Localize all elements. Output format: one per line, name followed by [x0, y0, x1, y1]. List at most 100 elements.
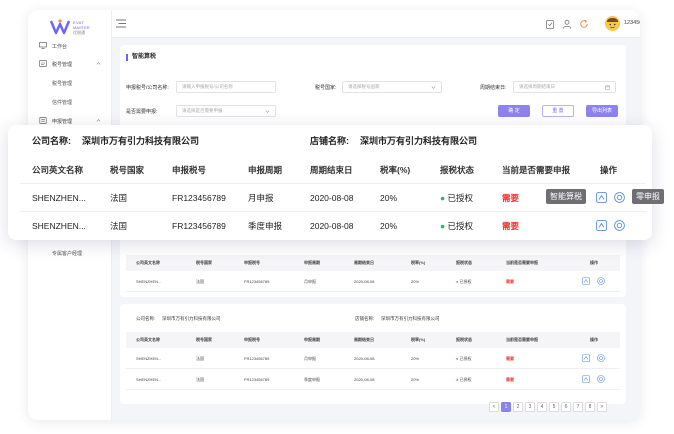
sidebar-subitem-label: 专属客户经理 — [52, 250, 83, 257]
company-name: 深圳市万有引力科技有限公司 — [82, 136, 200, 146]
cell-period: 月申报 — [304, 356, 316, 361]
country-label: 税号国家: — [315, 85, 337, 91]
country-select[interactable]: 请选择税号国家 — [342, 81, 442, 93]
col-header: 周期结束日 — [354, 337, 374, 342]
status-text: 已授权 — [447, 221, 474, 231]
export-list-button[interactable]: 导出列表 — [586, 105, 618, 117]
company-input-placeholder: 请输入申报税号/公司名称 — [182, 84, 233, 89]
col-header: 操作 — [590, 260, 598, 265]
col-header: 公司英文名称 — [136, 260, 160, 265]
page-button[interactable]: 7 — [573, 402, 583, 412]
smart-tax-icon[interactable] — [582, 354, 590, 362]
cell-need-declare: 需要 — [506, 356, 514, 361]
cell-period: 月申报 — [248, 193, 274, 203]
zero-declare-icon[interactable] — [614, 220, 625, 231]
avatar[interactable] — [605, 16, 620, 31]
monitor-icon — [39, 42, 47, 49]
sidebar-item-account-manager[interactable]: 专属客户经理 — [28, 245, 112, 261]
sidebar-subitem-letters[interactable]: 信件管理 — [28, 94, 112, 110]
cell-status: ● 已授权 — [440, 184, 473, 212]
col-header: 当前是否需要申报 — [502, 165, 571, 175]
zero-declare-icon[interactable] — [597, 277, 605, 285]
page-button[interactable]: 6 — [561, 402, 571, 412]
cell-country: 法国 — [196, 356, 204, 361]
cell-rate: 20% — [411, 279, 420, 284]
page-button[interactable]: 5 — [549, 402, 559, 412]
brand-logo: EVAT MASTER 优税通 — [50, 16, 90, 38]
col-header: 操作 — [600, 165, 618, 175]
menu-toggle-icon[interactable] — [116, 19, 126, 28]
cell-status: ● 已授权 — [456, 271, 472, 292]
cell-need-declare: 需要 — [506, 279, 514, 284]
col-header: 税号国家 — [196, 337, 212, 342]
cell-en-name: SHENZHEN... — [136, 356, 162, 361]
need-declare-select[interactable]: 请选择是否需要申报 — [176, 105, 276, 117]
cell-en-name: SHENZHEN... — [32, 193, 86, 203]
search-panel: 智能算税 申报税号/公司名称: 请输入申报税号/公司名称 税号国家: 请选择税号… — [120, 45, 626, 129]
col-header: 报税状态 — [456, 337, 472, 342]
cell-tax-no: FR123456789 — [244, 377, 270, 382]
status-dot: ● — [440, 193, 448, 203]
sidebar-subitem-label: 税号管理 — [52, 80, 73, 87]
chevron-down-icon — [431, 86, 436, 89]
page-button[interactable]: 8 — [585, 402, 595, 412]
cell-rate: 20% — [380, 193, 398, 203]
company-label: 公司名称: — [136, 316, 156, 321]
col-header: 税率(%) — [411, 260, 426, 265]
cell-country: 法国 — [110, 221, 128, 231]
company-label: 公司名称: — [32, 136, 71, 146]
page-button[interactable]: 4 — [537, 402, 547, 412]
user-icon[interactable] — [562, 19, 572, 29]
table-header: 公司英文名称 税号国家 申报税号 申报周期 周期结束日 税率(%) 报税状态 当… — [20, 157, 646, 183]
result-card: 公司名称: 深圳市万有引力科技有限公司 店铺名称: 深圳市万有引力科技有限公司 … — [120, 304, 626, 404]
sidebar-item-workbench[interactable]: 工作台 — [28, 38, 112, 54]
col-header: 税率(%) — [380, 165, 411, 175]
col-header: 当前是否需要申报 — [506, 337, 538, 342]
smart-tax-icon[interactable] — [582, 277, 590, 285]
cell-need-declare: 需要 — [506, 377, 514, 382]
cell-rate: 20% — [411, 377, 420, 382]
cell-end-date: 2020-08-08 — [354, 356, 375, 361]
need-declare-placeholder: 请选择是否需要申报 — [182, 108, 223, 113]
zero-declare-icon[interactable] — [597, 375, 605, 383]
col-header: 当前是否需要申报 — [506, 260, 538, 265]
period-end-datepicker[interactable]: 请选择周期结束日 — [513, 81, 616, 93]
page-button[interactable]: 2 — [513, 402, 523, 412]
chevron-down-icon — [265, 110, 270, 113]
cell-need-declare: 需要 — [502, 221, 520, 231]
col-header: 税号国家 — [110, 165, 145, 175]
pagination: < 1 2 3 4 5 6 7 8 > — [489, 402, 607, 414]
smart-tax-icon[interactable] — [596, 220, 607, 231]
clipboard-icon[interactable] — [545, 19, 555, 29]
smart-tax-icon[interactable] — [582, 375, 590, 383]
logo-mark-icon — [50, 19, 70, 35]
pagination-next[interactable]: > — [597, 402, 607, 412]
confirm-button[interactable]: 确 定 — [498, 105, 530, 117]
refresh-icon[interactable] — [579, 19, 589, 29]
shop-label: 店铺名称: — [355, 316, 375, 321]
cell-end-date: 2020-08-08 — [310, 221, 354, 231]
shop-name: 深圳市万有引力科技有限公司 — [360, 136, 478, 146]
cell-period: 季度申报 — [248, 221, 283, 231]
cell-tax-no: FR123456789 — [244, 356, 270, 361]
zero-declare-icon[interactable] — [597, 354, 605, 362]
reset-button[interactable]: 重 置 — [542, 105, 574, 117]
cell-status: ● 已授权 — [456, 369, 472, 390]
sidebar-item-taxno-group[interactable]: 税号管理 — [28, 56, 112, 72]
smart-tax-icon[interactable] — [596, 192, 607, 203]
table-header: 公司英文名称 税号国家 申报税号 申报周期 周期结束日 税率(%) 报税状态 当… — [126, 255, 620, 271]
sidebar-item-label: 税号管理 — [52, 61, 73, 68]
page-button[interactable]: 1 — [501, 402, 511, 412]
col-header: 税率(%) — [411, 337, 426, 342]
chevron-up-icon — [96, 62, 101, 65]
sidebar-subitem-taxno[interactable]: 税号管理 — [28, 75, 112, 91]
page-button[interactable]: 3 — [525, 402, 535, 412]
pagination-prev[interactable]: < — [489, 402, 499, 412]
company-search-input[interactable]: 请输入申报税号/公司名称 — [176, 81, 276, 93]
zero-declare-icon[interactable] — [614, 192, 625, 203]
highlighted-result-card: 公司名称: 深圳市万有引力科技有限公司 店铺名称: 深圳市万有引力科技有限公司 … — [8, 125, 652, 240]
col-header: 税号国家 — [196, 260, 212, 265]
sidebar-item-label: 工作台 — [52, 43, 68, 50]
cell-tax-no: FR123456789 — [172, 221, 226, 231]
period-end-label: 周期结束日: — [480, 85, 507, 91]
